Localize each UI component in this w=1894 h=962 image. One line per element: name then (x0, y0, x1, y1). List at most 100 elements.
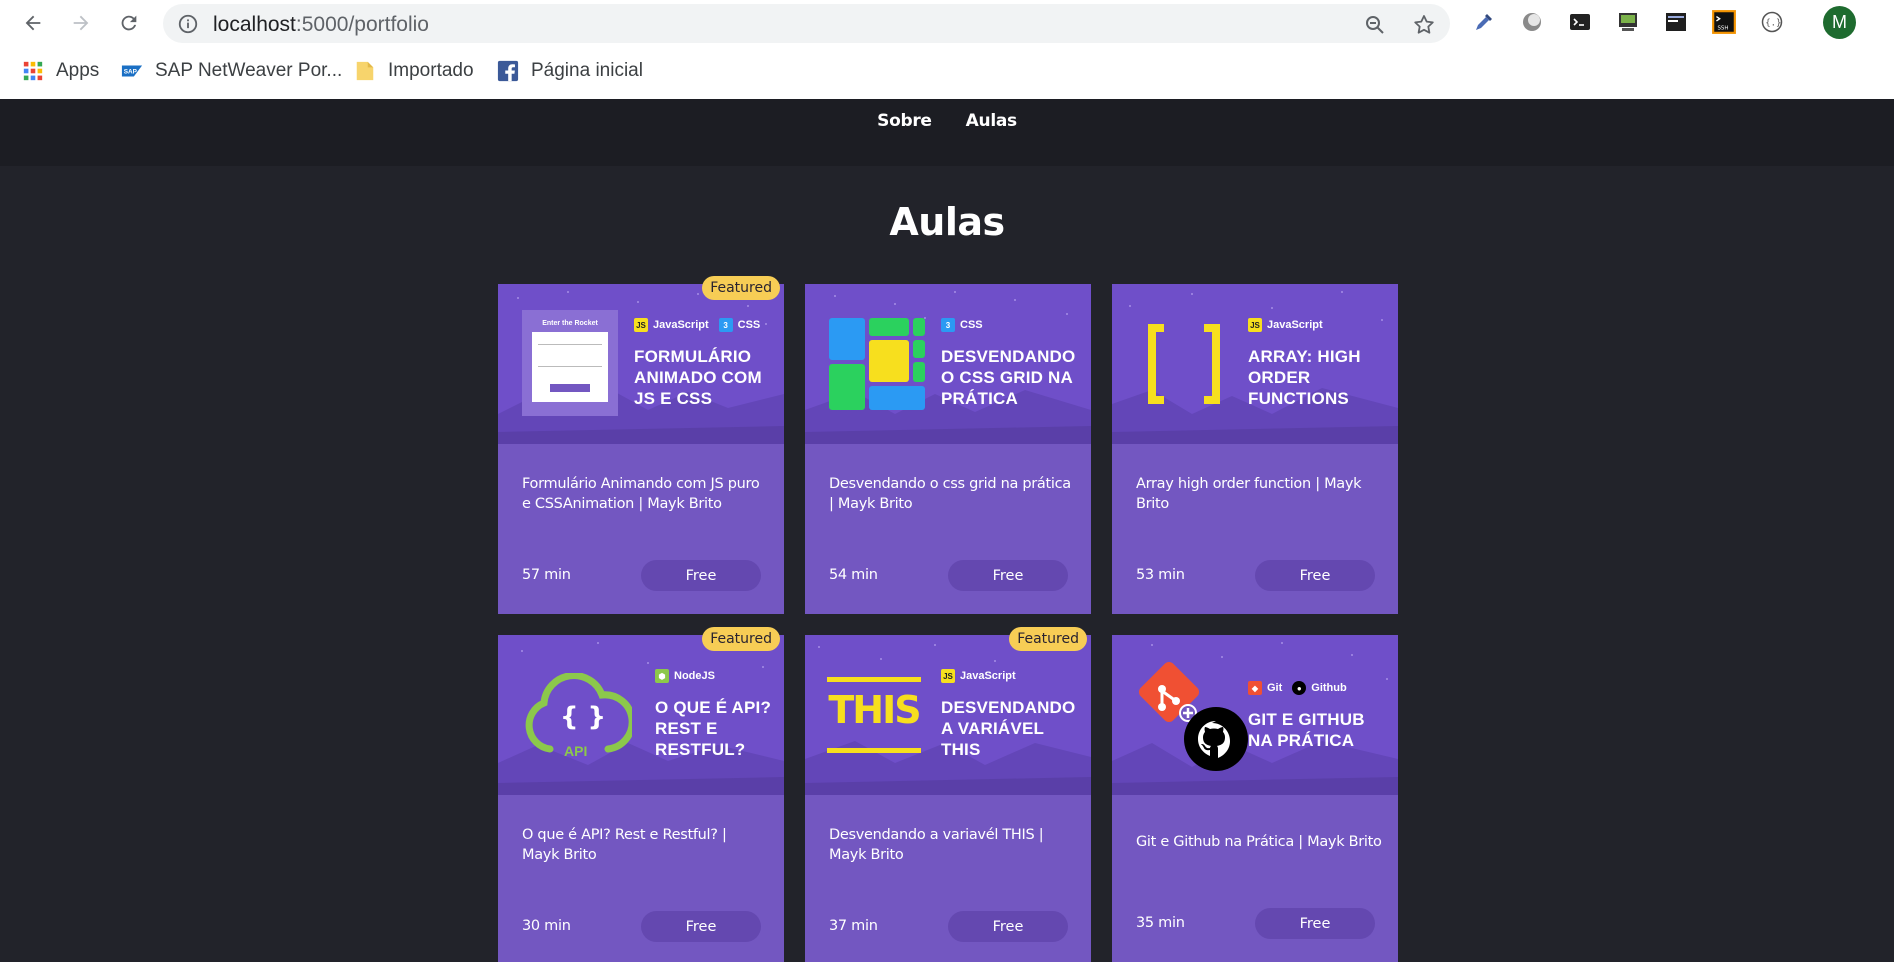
profile-avatar[interactable]: M (1823, 6, 1856, 39)
css3-icon: 3 (941, 318, 955, 332)
url-host: localhost (213, 13, 296, 36)
course-thumbnail: ◆ Git ● Github GIT E GITHUB NA PRÁTICA (1112, 635, 1398, 795)
svg-text:SSH: SSH (1718, 26, 1729, 32)
bookmark-pagina-inicial[interactable]: Página inicial (497, 58, 643, 84)
nav-link-aulas[interactable]: Aulas (966, 111, 1017, 131)
tech-tags: JS JavaScript (1248, 318, 1323, 332)
course-card[interactable]: Featured { } API ⬢ NodeJS O QUE É API? RE… (498, 627, 784, 962)
course-grid: Featured Enter the Rocket JS JavaScript 3… (498, 276, 1398, 962)
reload-button[interactable] (112, 6, 146, 40)
github-icon: ● (1292, 681, 1307, 695)
url-path: :5000/portfolio (295, 13, 429, 36)
tech-tags: JS JavaScript (941, 669, 1016, 683)
tag-javascript: JS JavaScript (941, 669, 1016, 683)
address-bar[interactable]: localhost:5000/portfolio (163, 4, 1450, 43)
price-button[interactable]: Free (948, 911, 1068, 942)
nodejs-icon: ⬢ (655, 669, 669, 683)
thumbnail-title: GIT E GITHUB NA PRÁTICA (1248, 710, 1365, 750)
site-nav: Sobre Aulas (0, 111, 1894, 131)
thumbnail-title: FORMULÁRIO ANIMADO COM JS E CSS (634, 347, 762, 408)
course-card[interactable]: 3 CSS DESVENDANDO O CSS GRID NA PRÁTICA D… (805, 284, 1091, 614)
css-grid-illustration (829, 318, 925, 410)
price-button[interactable]: Free (641, 560, 761, 591)
apps-grid-icon (23, 61, 43, 81)
url-text[interactable]: localhost:5000/portfolio (213, 13, 429, 37)
price-button[interactable]: Free (948, 560, 1068, 591)
site-info-icon[interactable] (177, 13, 199, 35)
thumbnail-title: DESVENDANDO A VARIÁVEL THIS (941, 698, 1076, 759)
course-title[interactable]: Git e Github na Prática | Mayk Brito (1136, 832, 1382, 852)
course-card[interactable]: JS JavaScript ARRAY: HIGH ORDER FUNCTIONS… (1112, 284, 1398, 614)
course-title[interactable]: Array high order function | Mayk Brito (1136, 474, 1382, 514)
tag-css: 3 CSS (941, 318, 983, 332)
form-preview-panel (532, 332, 608, 402)
course-card[interactable]: ◆ Git ● Github GIT E GITHUB NA PRÁTICA Git… (1112, 635, 1398, 962)
tech-tags: JS JavaScript 3 CSS (634, 318, 760, 332)
this-keyword-illustration: THIS (827, 677, 922, 753)
eyedropper-extension-icon[interactable] (1470, 8, 1498, 36)
course-title[interactable]: Desvendando o css grid na prática | Mayk… (829, 474, 1075, 514)
price-button[interactable]: Free (1255, 908, 1375, 939)
price-button[interactable]: Free (641, 911, 761, 942)
course-title[interactable]: Formulário Animando com JS puro e CSSAni… (522, 474, 768, 514)
tech-tags: 3 CSS (941, 318, 983, 332)
course-duration: 57 min (522, 567, 571, 583)
monitor-extension-icon[interactable] (1614, 8, 1642, 36)
back-arrow-icon (25, 15, 41, 31)
course-duration: 37 min (829, 918, 878, 934)
tag-github: ● Github (1292, 681, 1347, 695)
course-duration: 53 min (1136, 567, 1185, 583)
bookmark-importado[interactable]: Importado (354, 58, 474, 84)
bookmark-star-icon[interactable] (1412, 13, 1436, 37)
course-card[interactable]: Featured Enter the Rocket JS JavaScript 3… (498, 276, 784, 614)
course-duration: 54 min (829, 567, 878, 583)
svg-text:SAP: SAP (124, 68, 138, 75)
tech-tags: ◆ Git ● Github (1248, 681, 1347, 695)
price-button[interactable]: Free (1255, 560, 1375, 591)
course-thumbnail: THIS JS JavaScript DESVENDANDO A VARIÁVEL… (805, 635, 1091, 795)
site-header: Sobre Aulas (0, 99, 1894, 166)
zoom-icon[interactable] (1363, 13, 1387, 37)
course-title[interactable]: O que é API? Rest e Restful? | Mayk Brit… (522, 825, 768, 865)
form-preview-title: Enter the Rocket (542, 320, 598, 327)
ssh-extension-icon[interactable]: SSH (1710, 8, 1738, 36)
course-thumbnail: Enter the Rocket JS JavaScript 3 CSS FORMU… (498, 284, 784, 444)
page-title: Aulas (889, 200, 1005, 244)
back-button[interactable] (16, 6, 50, 40)
bookmark-sap[interactable]: SAP SAP NetWeaver Por... (121, 58, 342, 84)
javascript-icon: JS (1248, 318, 1262, 332)
bookmark-label: Importado (388, 60, 474, 81)
facebook-icon (497, 60, 519, 82)
circle-extension-icon[interactable] (1518, 8, 1546, 36)
thumbnail-title: O QUE É API? REST E RESTFUL? (655, 698, 772, 759)
nav-link-sobre[interactable]: Sobre (877, 111, 932, 131)
featured-badge: Featured (1009, 627, 1087, 651)
bookmark-label: Página inicial (531, 60, 643, 81)
terminal-extension-icon[interactable] (1566, 8, 1594, 36)
course-thumbnail: { } API ⬢ NodeJS O QUE É API? REST E REST… (498, 635, 784, 795)
course-title[interactable]: Desvendando a variavél THIS | Mayk Brito (829, 825, 1075, 865)
thumbnail-title: ARRAY: HIGH ORDER FUNCTIONS (1248, 347, 1361, 408)
forward-button[interactable] (64, 6, 98, 40)
sap-icon: SAP (121, 65, 143, 77)
git-github-illustration (1138, 661, 1248, 771)
array-brackets-icon (1148, 324, 1220, 404)
form-preview-illustration: Enter the Rocket (522, 310, 618, 416)
thumbnail-title: DESVENDANDO O CSS GRID NA PRÁTICA (941, 347, 1076, 408)
course-card[interactable]: Featured THIS JS JavaScript DESVENDANDO A… (805, 627, 1091, 962)
course-thumbnail: JS JavaScript ARRAY: HIGH ORDER FUNCTIONS (1112, 284, 1398, 444)
featured-badge: Featured (702, 276, 780, 300)
browser-chrome: localhost:5000/portfolio SSH {.} M Apps … (0, 0, 1894, 99)
course-duration: 35 min (1136, 915, 1185, 931)
tag-javascript: JS JavaScript (1248, 318, 1323, 332)
screen-extension-icon[interactable] (1662, 8, 1690, 36)
tech-tags: ⬢ NodeJS (655, 669, 715, 683)
forward-arrow-icon (73, 15, 89, 31)
bookmark-label: Apps (56, 60, 100, 81)
browser-toolbar: localhost:5000/portfolio SSH {.} M (0, 0, 1894, 46)
tag-git: ◆ Git (1248, 681, 1282, 695)
api-label: API (564, 743, 588, 759)
bookmark-apps[interactable]: Apps (22, 58, 99, 84)
json-extension-icon[interactable]: {.} (1758, 8, 1786, 36)
featured-badge: Featured (702, 627, 780, 651)
